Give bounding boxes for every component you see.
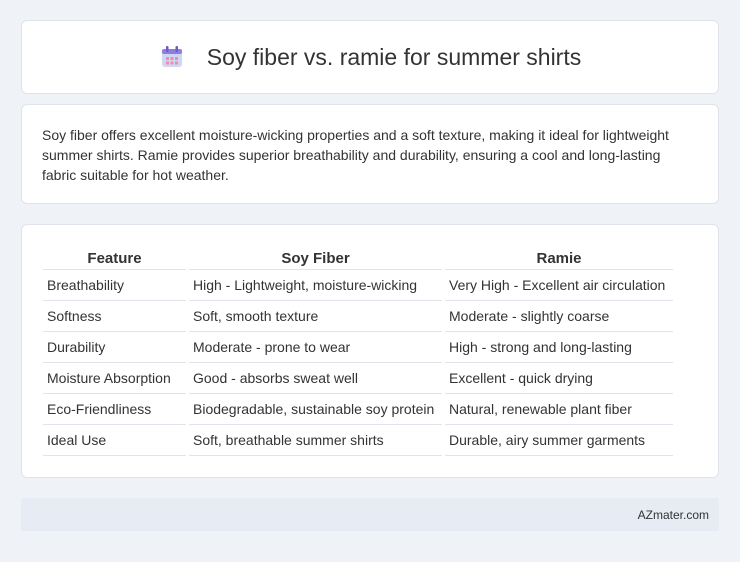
comparison-table-card: Feature Soy Fiber Ramie Breathability Hi… (21, 224, 719, 478)
table-cell: Natural, renewable plant fiber (445, 394, 673, 425)
table-cell: Ideal Use (43, 425, 186, 456)
table-row: Durability Moderate - prone to wear High… (43, 332, 673, 363)
title-card: Soy fiber vs. ramie for summer shirts (21, 20, 719, 94)
table-cell: Good - absorbs sweat well (189, 363, 442, 394)
table-cell: Soft, breathable summer shirts (189, 425, 442, 456)
table-cell: Biodegradable, sustainable soy protein (189, 394, 442, 425)
table-cell: Breathability (43, 270, 186, 301)
table-row: Ideal Use Soft, breathable summer shirts… (43, 425, 673, 456)
description-card: Soy fiber offers excellent moisture-wick… (21, 104, 719, 204)
table-cell: Very High - Excellent air circulation (445, 270, 673, 301)
comparison-table: Feature Soy Fiber Ramie Breathability Hi… (40, 247, 676, 456)
table-cell: High - Lightweight, moisture-wicking (189, 270, 442, 301)
table-cell: Eco-Friendliness (43, 394, 186, 425)
table-cell: Durability (43, 332, 186, 363)
table-row: Moisture Absorption Good - absorbs sweat… (43, 363, 673, 394)
table-row: Breathability High - Lightweight, moistu… (43, 270, 673, 301)
table-cell: Moderate - prone to wear (189, 332, 442, 363)
table-header-row: Feature Soy Fiber Ramie (43, 247, 673, 270)
header-feature: Feature (43, 247, 186, 270)
footer-brand-link[interactable]: AZmater.com (638, 508, 709, 522)
table-cell: Moderate - slightly coarse (445, 301, 673, 332)
table-cell: High - strong and long-lasting (445, 332, 673, 363)
header-soy-fiber: Soy Fiber (189, 247, 442, 270)
page-title: Soy fiber vs. ramie for summer shirts (206, 43, 582, 70)
table-cell: Soft, smooth texture (189, 301, 442, 332)
header-ramie: Ramie (445, 247, 673, 270)
table-cell: Moisture Absorption (43, 363, 186, 394)
calendar-icon (161, 46, 182, 67)
table-row: Softness Soft, smooth texture Moderate -… (43, 301, 673, 332)
description-text: Soy fiber offers excellent moisture-wick… (42, 127, 669, 183)
table-row: Eco-Friendliness Biodegradable, sustaina… (43, 394, 673, 425)
footer: AZmater.com (21, 498, 719, 531)
table-cell: Softness (43, 301, 186, 332)
table-cell: Durable, airy summer garments (445, 425, 673, 456)
table-cell: Excellent - quick drying (445, 363, 673, 394)
